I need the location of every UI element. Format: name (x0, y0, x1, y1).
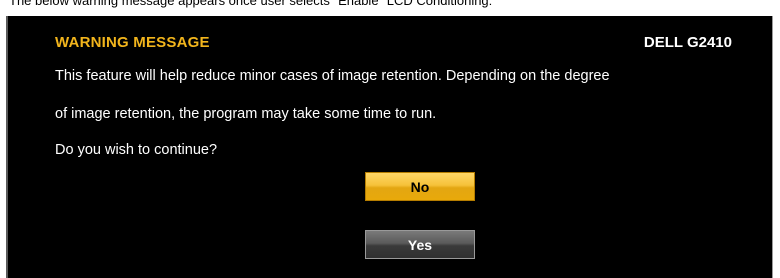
no-button[interactable]: No (365, 172, 475, 201)
message-line-1: This feature will help reduce minor case… (55, 68, 610, 84)
dialog-title: WARNING MESSAGE (55, 34, 210, 51)
yes-button[interactable]: Yes (365, 230, 475, 259)
page: The below warning message appears once u… (0, 0, 780, 278)
monitor-model: DELL G2410 (643, 34, 732, 51)
caption-text: The below warning message appears once u… (9, 0, 493, 8)
message-line-2: of image retention, the program may take… (55, 106, 437, 122)
message-line-3: Do you wish to continue? (55, 142, 218, 158)
osd-warning-dialog: WARNING MESSAGE DELL G2410 This feature … (6, 16, 773, 278)
